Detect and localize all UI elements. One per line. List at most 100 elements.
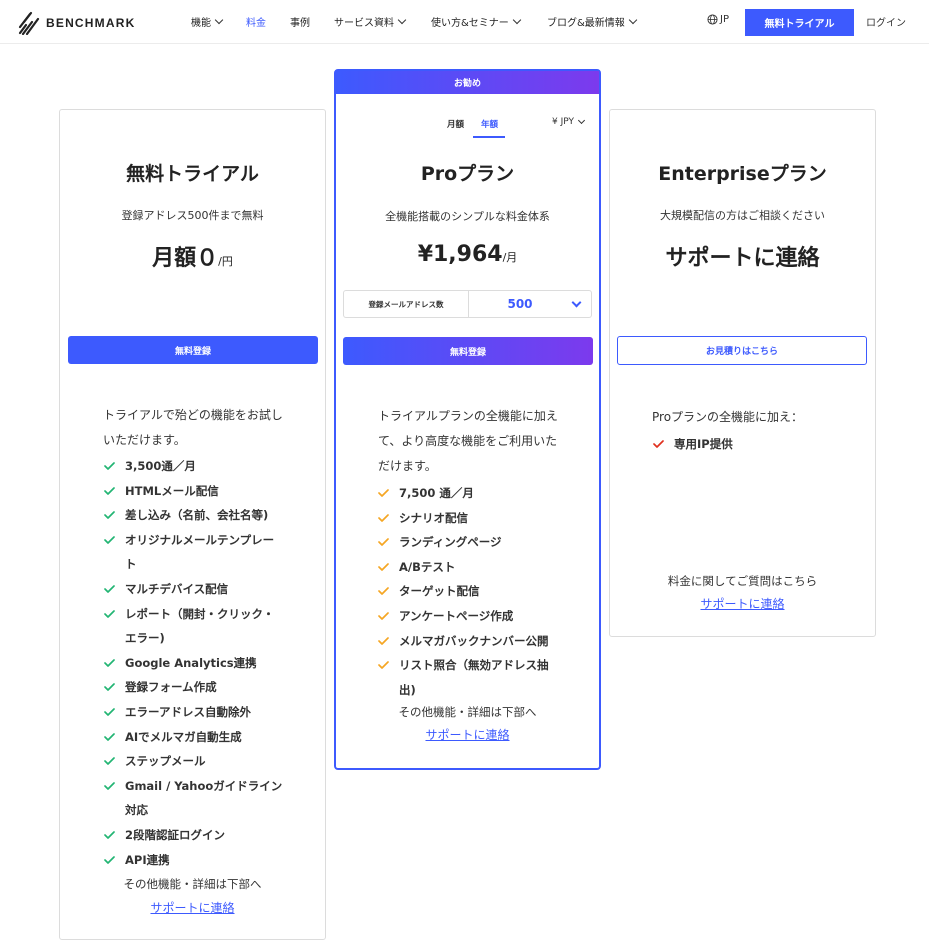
plan-subtitle: 登録アドレス500件まで無料	[121, 209, 264, 222]
language-selector[interactable]: JP	[707, 14, 729, 25]
check-icon	[378, 636, 389, 645]
feature-line: Gmail / Yahooガイドライン	[125, 778, 283, 793]
feature-item: リスト照合（無効アドレス抽 出)	[399, 653, 549, 702]
toggle-monthly[interactable]: 月額	[447, 118, 464, 130]
feature-line: HTMLメール配信	[125, 483, 219, 498]
email-count-selector[interactable]: 登録メールアドレス数 500	[343, 290, 592, 318]
currency-selector[interactable]: ¥ JPY	[552, 116, 586, 127]
pro-signup-button[interactable]: 無料登録	[343, 337, 593, 365]
pro-plan-card: お勧め 月額 年額 ¥ JPY Proプラン 全機能搭載のシンプルな料金体系 ¥…	[334, 69, 601, 770]
plan-price: 月額０/円	[60, 240, 325, 272]
nav-item-seminars[interactable]: 使い方&セミナー	[431, 14, 522, 29]
feature-line: シナリオ配信	[399, 510, 468, 525]
plan-intro: トライアルで殆どの機能をお試し いただけます。	[103, 403, 283, 453]
check-icon	[378, 587, 389, 596]
check-icon	[378, 538, 389, 547]
feature-line: 専用IP提供	[674, 437, 733, 451]
chevron-down-icon	[214, 15, 224, 24]
feature-item: API連携	[125, 848, 170, 873]
intro-line: トライアルプランの全機能に加え	[378, 409, 558, 423]
feature-item: オリジナルメールテンプレート	[125, 528, 274, 577]
feature-item: シナリオ配信	[399, 506, 468, 531]
nav-label: 機能	[191, 18, 211, 29]
feature-line: A/Bテスト	[399, 559, 456, 574]
plan-price: サポートに連絡	[610, 240, 875, 272]
feature-line: 7,500 通／月	[399, 486, 474, 500]
chevron-down-icon	[397, 15, 407, 24]
feature-line: リスト照合（無効アドレス抽	[399, 658, 549, 673]
toggle-active-indicator	[473, 136, 505, 138]
nav-item-features[interactable]: 機能	[191, 14, 224, 29]
language-label: JP	[720, 14, 729, 25]
feature-item: Gmail / Yahooガイドライン 対応	[125, 774, 282, 823]
check-icon	[104, 535, 115, 544]
plan-intro: トライアルプランの全機能に加え て、より高度な機能をご利用いた だけます。	[378, 404, 558, 479]
price-contact: サポートに連絡	[665, 246, 820, 271]
check-icon	[104, 757, 115, 766]
check-icon	[104, 585, 115, 593]
enterprise-quote-button[interactable]: お見積りはこちら	[617, 336, 867, 365]
feature-line: 差し込み（名前、会社名等)	[125, 508, 269, 523]
check-icon	[378, 513, 389, 522]
header-trial-button[interactable]: 無料トライアル	[745, 9, 854, 36]
feature-item: 7,500 通／月	[399, 481, 474, 506]
check-icon	[104, 486, 115, 495]
feature-item: 差し込み（名前、会社名等)	[125, 503, 268, 528]
nav-item-blog[interactable]: ブログ&最新情報	[547, 14, 638, 29]
support-link[interactable]: サポートに連絡	[336, 726, 599, 743]
chevron-down-icon	[512, 15, 522, 24]
check-icon	[104, 781, 115, 790]
feature-item: Google Analytics連携	[125, 651, 257, 676]
plan-intro: Proプランの全機能に加え：	[652, 410, 804, 424]
intro-line: トライアルで殆どの機能をお試し	[103, 408, 283, 422]
check-icon	[378, 489, 389, 497]
chevron-down-icon	[577, 116, 586, 125]
check-icon	[378, 562, 389, 571]
feature-line: レポート（開封・クリック・	[125, 606, 275, 621]
selector-label: 登録メールアドレス数	[344, 291, 469, 317]
check-icon	[104, 708, 115, 716]
feature-line: アンケートページ作成	[399, 609, 514, 623]
nav-item-pricing[interactable]: 料金	[246, 14, 266, 29]
login-link[interactable]: ログイン	[866, 14, 906, 29]
feature-item: 専用IP提供	[674, 432, 733, 457]
feature-item: 3,500通／月	[125, 454, 196, 479]
free-signup-button[interactable]: 無料登録	[68, 336, 318, 364]
feature-item: ステップメール	[125, 749, 206, 774]
price-amount: 月額０	[152, 246, 219, 271]
check-icon	[653, 440, 664, 448]
feature-item: メルマガバックナンバー公開	[399, 629, 549, 654]
nav-item-cases[interactable]: 事例	[290, 14, 310, 29]
intro-line: いただけます。	[103, 433, 186, 447]
support-link[interactable]: サポートに連絡	[610, 595, 875, 612]
check-icon	[378, 612, 389, 620]
feature-line: 2段階認証ログイン	[125, 828, 226, 842]
plan-title: 無料トライアル	[126, 163, 259, 185]
more-info-text: その他機能・詳細は下部へ	[398, 705, 537, 719]
nav-label: ブログ&最新情報	[547, 18, 625, 29]
more-info-text: その他機能・詳細は下部へ	[123, 877, 262, 891]
nav-item-resources[interactable]: サービス資料	[334, 14, 407, 29]
feature-line: 出)	[399, 682, 416, 697]
feature-line: Google Analytics連携	[125, 655, 257, 670]
feature-line: ランディングページ	[399, 535, 502, 550]
check-icon	[104, 462, 115, 470]
benchmark-logo-icon	[18, 11, 40, 35]
free-plan-card: 無料トライアル 登録アドレス500件まで無料 月額０/円 無料登録 トライアルで…	[59, 109, 326, 940]
benchmark-logo[interactable]: BENCHMARK	[18, 10, 135, 36]
nav-label: 使い方&セミナー	[431, 18, 509, 29]
currency-label: ¥ JPY	[552, 117, 574, 127]
intro-line: て、より高度な機能をご利用いた	[378, 434, 558, 448]
toggle-yearly[interactable]: 年額	[481, 118, 498, 130]
check-icon	[104, 511, 115, 520]
support-link[interactable]: サポートに連絡	[60, 899, 325, 916]
feature-line: ターゲット配信	[399, 584, 480, 599]
plan-price: ¥1,964/月	[336, 242, 599, 267]
feature-line: メルマガバックナンバー公開	[399, 633, 549, 648]
feature-line: オリジナルメールテンプレー	[125, 532, 275, 547]
globe-icon	[707, 14, 718, 25]
feature-item: 登録フォーム作成	[125, 675, 217, 700]
feature-item: ランディングページ	[399, 530, 501, 555]
feature-line: 登録フォーム作成	[125, 680, 217, 695]
pricing-question-text: 料金に関してご質問はこちら	[667, 574, 818, 588]
